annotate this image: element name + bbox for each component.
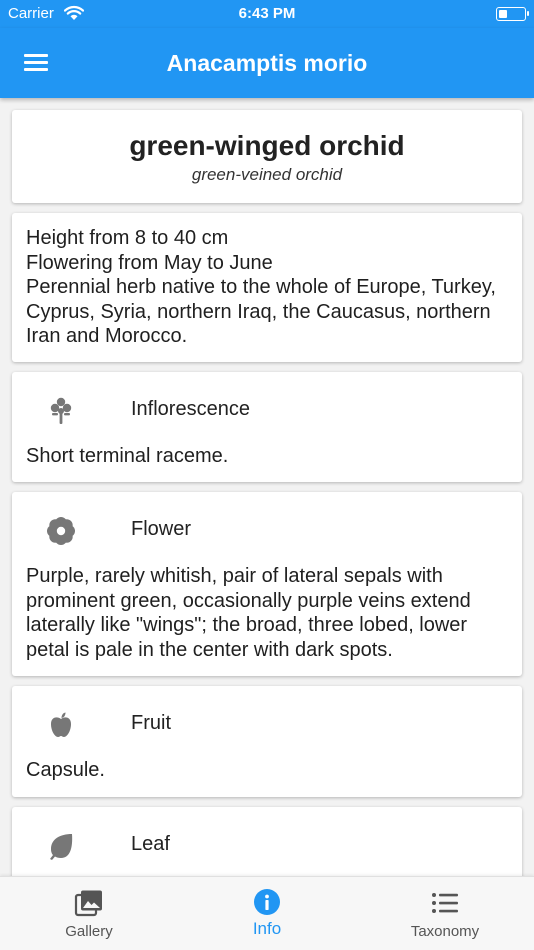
app-bar: Anacamptis morio xyxy=(0,28,534,98)
section-label: Fruit xyxy=(131,712,171,734)
info-content[interactable]: green-winged orchid green-veined orchid … xyxy=(0,98,534,876)
alternative-name: green-veined orchid xyxy=(191,165,343,184)
section-flower: Flower Purple, rarely whitish, pair of l… xyxy=(12,492,522,676)
tab-info[interactable]: Info xyxy=(178,877,356,950)
tab-label: Taxonomy xyxy=(410,923,480,940)
name-card: green-winged orchid green-veined orchid xyxy=(12,110,522,203)
height-text: Height from 8 to 40 cm xyxy=(26,227,229,249)
flower-icon xyxy=(46,516,76,546)
common-name: green-winged orchid xyxy=(129,130,405,161)
inflorescence-icon xyxy=(46,396,76,426)
section-label: Leaf xyxy=(131,832,170,855)
summary-card: Height from 8 to 40 cm Flowering from Ma… xyxy=(12,213,522,362)
flowering-text: Flowering from May to June xyxy=(26,251,273,274)
list-icon xyxy=(430,889,460,917)
gallery-icon xyxy=(74,889,104,917)
battery-icon xyxy=(496,7,529,21)
section-inflorescence: Inflorescence Short terminal raceme. xyxy=(12,371,522,482)
section-text: Purple, rarely whitish, pair of lateral … xyxy=(26,565,471,661)
section-label: Inflorescence xyxy=(131,397,250,420)
tab-taxonomy[interactable]: Taxonomy xyxy=(356,877,534,950)
section-label: Flower xyxy=(131,518,192,540)
section-leaf: Leaf xyxy=(12,806,522,876)
tab-label: Info xyxy=(252,919,282,938)
section-text: Capsule. xyxy=(26,759,105,781)
leaf-icon xyxy=(46,831,76,861)
bottom-navigation: Gallery Info Taxonomy xyxy=(0,876,534,950)
status-time: 6:43 PM xyxy=(238,5,296,22)
status-bar: Carrier 6:43 PM xyxy=(0,0,534,28)
section-text: Short terminal raceme. xyxy=(26,444,229,467)
apple-icon xyxy=(46,710,76,740)
page-title: Anacamptis morio xyxy=(166,50,368,76)
section-fruit: Fruit Capsule. xyxy=(12,686,522,797)
tab-label: Gallery xyxy=(65,923,113,940)
info-icon xyxy=(252,889,282,917)
description-text: Perennial herb native to the whole of Eu… xyxy=(26,276,496,347)
tab-gallery[interactable]: Gallery xyxy=(0,877,178,950)
